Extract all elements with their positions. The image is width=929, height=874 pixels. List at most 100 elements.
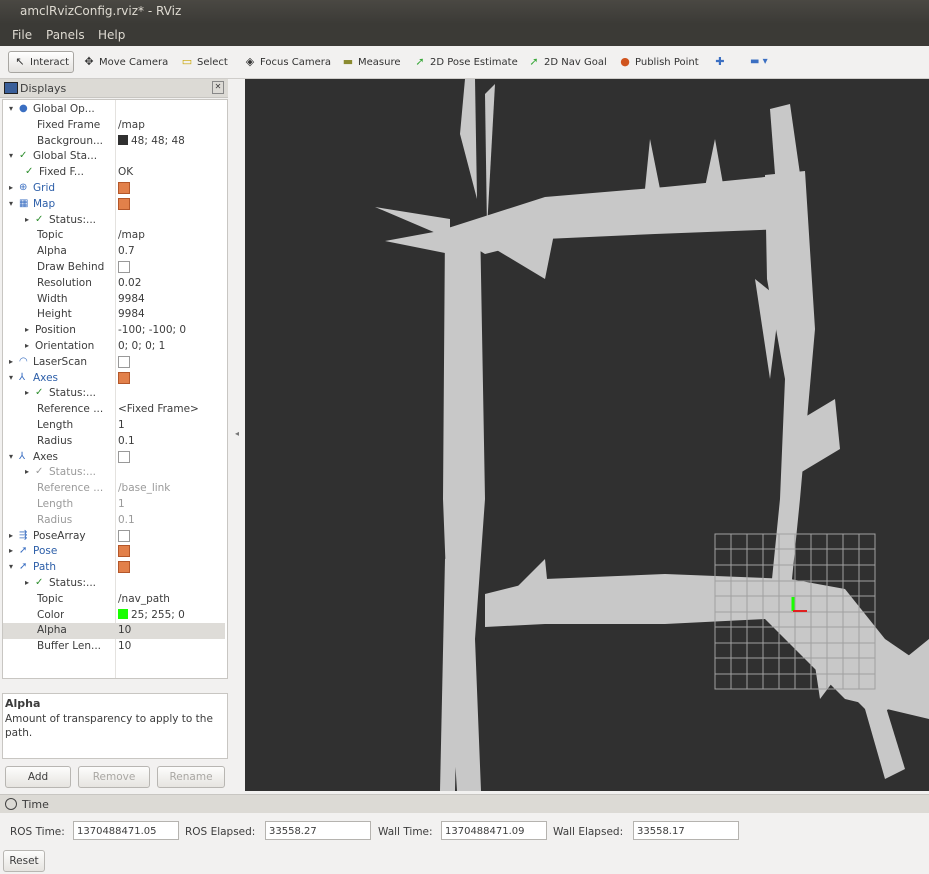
add-button[interactable]: Add xyxy=(5,766,71,788)
expand-right-icon[interactable]: ▸ xyxy=(9,357,13,366)
display-value[interactable]: /base_link xyxy=(118,482,170,494)
display-value[interactable] xyxy=(118,182,130,194)
display-row[interactable]: ▾ ▦ Map xyxy=(3,197,225,213)
display-value[interactable]: 0.7 xyxy=(118,245,135,257)
tool-interact[interactable]: ↖ Interact xyxy=(8,51,75,73)
ros-time-field[interactable]: 1370488471.05 xyxy=(73,821,179,840)
display-value[interactable]: 0.1 xyxy=(118,435,135,447)
display-value[interactable] xyxy=(118,545,130,558)
expand-right-icon[interactable]: ▸ xyxy=(9,531,13,540)
display-row[interactable]: ▸ ✓ Status:... xyxy=(3,213,225,229)
display-value[interactable] xyxy=(118,261,130,273)
enable-checkbox[interactable] xyxy=(118,182,130,194)
enable-checkbox[interactable] xyxy=(118,450,130,463)
display-row[interactable]: Length 1 xyxy=(3,497,225,513)
display-value[interactable]: 0.1 xyxy=(118,514,135,526)
expand-right-icon[interactable]: ▸ xyxy=(25,467,29,476)
expand-right-icon[interactable]: ▸ xyxy=(25,388,29,397)
add-tool-button[interactable]: ✚ xyxy=(713,53,730,71)
display-value[interactable] xyxy=(118,197,130,210)
display-row[interactable]: ▸ ⊕ Grid xyxy=(3,181,225,197)
display-row[interactable]: Radius 0.1 xyxy=(3,513,225,529)
tool-publish-point[interactable]: ● Publish Point xyxy=(618,53,698,71)
wall-elapsed-field[interactable]: 33558.17 xyxy=(633,821,739,840)
display-value[interactable] xyxy=(118,355,130,368)
display-value[interactable]: -100; -100; 0 xyxy=(118,324,186,336)
expand-down-icon[interactable]: ▾ xyxy=(9,452,13,461)
display-row[interactable]: Reference ... <Fixed Frame> xyxy=(3,402,225,418)
display-row[interactable]: Topic/nav_path xyxy=(3,592,225,608)
display-value[interactable]: 25; 255; 0 xyxy=(118,608,185,621)
display-value[interactable]: 10 xyxy=(118,640,131,652)
expand-right-icon[interactable]: ▸ xyxy=(25,215,29,224)
menu-panels[interactable]: Panels xyxy=(46,28,85,42)
display-row[interactable]: Resolution 0.02 xyxy=(3,276,225,292)
display-row[interactable]: Alpha 10 xyxy=(3,623,225,640)
expand-down-icon[interactable]: ▾ xyxy=(9,104,13,113)
menu-help[interactable]: Help xyxy=(98,28,125,42)
enable-checkbox[interactable] xyxy=(118,197,130,210)
remove-tool-button[interactable]: ▬ ▾ xyxy=(750,53,768,71)
display-row[interactable]: Width 9984 xyxy=(3,292,225,308)
tool-measure[interactable]: ▬ Measure xyxy=(341,53,401,71)
expand-right-icon[interactable]: ▸ xyxy=(25,325,29,334)
wall-time-field[interactable]: 1370488471.09 xyxy=(441,821,547,840)
display-row[interactable]: ▸ ➚ Pose xyxy=(3,544,225,560)
expand-down-icon[interactable]: ▾ xyxy=(9,151,13,160)
display-row[interactable]: ▸ ◠ LaserScan xyxy=(3,355,225,371)
display-value[interactable]: 0; 0; 0; 1 xyxy=(118,340,165,352)
menu-file[interactable]: File xyxy=(12,28,32,42)
display-row[interactable]: ▸ ⇶ PoseArray xyxy=(3,529,225,545)
expand-right-icon[interactable]: ▸ xyxy=(9,546,13,555)
expand-right-icon[interactable]: ▸ xyxy=(25,578,29,587)
display-value[interactable] xyxy=(118,529,130,542)
display-row[interactable]: Topic/map xyxy=(3,228,225,244)
display-value[interactable] xyxy=(118,561,130,574)
expand-down-icon[interactable]: ▾ xyxy=(9,373,13,382)
display-row[interactable]: ▾ ➚ Path xyxy=(3,560,225,576)
expand-right-icon[interactable]: ▸ xyxy=(9,183,13,192)
display-value[interactable]: /map xyxy=(118,119,145,131)
display-value[interactable]: 9984 xyxy=(118,308,145,320)
enable-checkbox[interactable] xyxy=(118,261,130,273)
display-row[interactable]: Height 9984 xyxy=(3,307,225,323)
display-row[interactable]: Backgroun... 48; 48; 48 xyxy=(3,134,225,150)
display-value[interactable]: 9984 xyxy=(118,293,145,305)
display-row[interactable]: Radius 0.1 xyxy=(3,434,225,450)
display-value[interactable]: 48; 48; 48 xyxy=(118,134,185,147)
display-row[interactable]: Buffer Len... 10 xyxy=(3,639,225,655)
display-value[interactable]: /map xyxy=(118,229,145,241)
display-row[interactable]: Length 1 xyxy=(3,418,225,434)
expand-down-icon[interactable]: ▾ xyxy=(9,562,13,571)
display-row[interactable]: ▾ ⅄ Axes xyxy=(3,450,225,466)
display-value[interactable]: 10 xyxy=(118,624,131,636)
display-row[interactable]: ▾ ● Global Op... xyxy=(3,102,225,118)
remove-button[interactable]: Remove xyxy=(78,766,150,788)
display-row[interactable]: ✓ Fixed F... OK xyxy=(3,165,225,181)
display-row[interactable]: ▸ Orientation 0; 0; 0; 1 xyxy=(3,339,225,355)
display-row[interactable]: Color 25; 255; 0 xyxy=(3,608,225,624)
display-row[interactable]: Fixed Frame/map xyxy=(3,118,225,134)
expand-right-icon[interactable]: ▸ xyxy=(25,341,29,350)
render-viewport[interactable] xyxy=(245,79,929,791)
display-row[interactable]: ▾ ✓ Global Sta... xyxy=(3,149,225,165)
display-row[interactable]: ▸ Position -100; -100; 0 xyxy=(3,323,225,339)
display-value[interactable]: /nav_path xyxy=(118,593,170,605)
close-icon[interactable]: ✕ xyxy=(212,81,224,94)
enable-checkbox[interactable] xyxy=(118,355,130,368)
panel-splitter[interactable]: ◂ xyxy=(228,79,245,791)
display-value[interactable] xyxy=(118,450,130,463)
expand-down-icon[interactable]: ▾ xyxy=(9,199,13,208)
display-row[interactable]: Reference ... /base_link xyxy=(3,481,225,497)
tool-select[interactable]: ▭ Select xyxy=(180,53,228,71)
display-row[interactable]: ▸ ✓ Status:... xyxy=(3,465,225,481)
display-value[interactable] xyxy=(118,371,130,384)
display-row[interactable]: ▸ ✓ Status:... xyxy=(3,576,225,592)
enable-checkbox[interactable] xyxy=(118,371,130,384)
display-row[interactable]: Draw Behind xyxy=(3,260,225,276)
reset-button[interactable]: Reset xyxy=(3,850,45,872)
enable-checkbox[interactable] xyxy=(118,545,130,558)
display-row[interactable]: Alpha 0.7 xyxy=(3,244,225,260)
tool-move-camera[interactable]: ✥ Move Camera xyxy=(82,53,168,71)
display-value[interactable]: 0.02 xyxy=(118,277,141,289)
